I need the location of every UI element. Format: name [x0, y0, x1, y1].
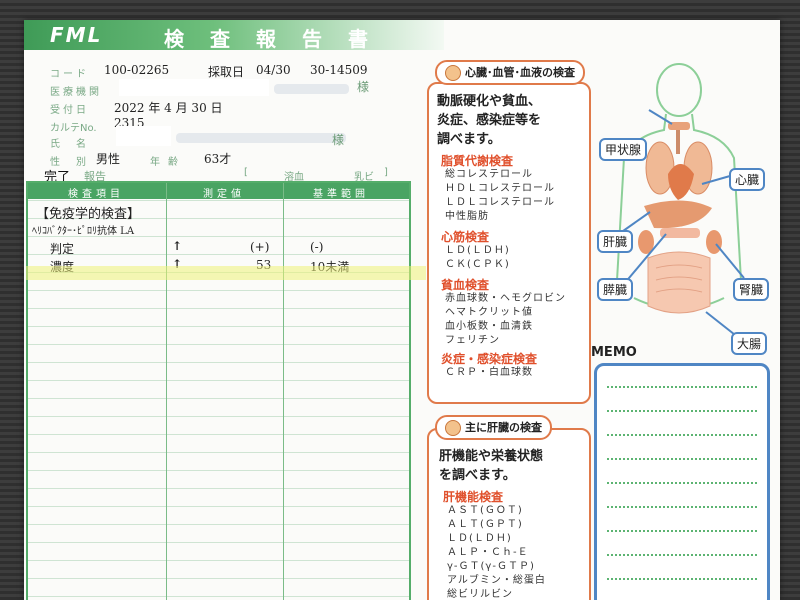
table-header: 検査項目 測定値 基準範囲 — [28, 183, 409, 200]
name-label: 氏名 — [50, 139, 102, 150]
test-item: ＣＲＰ・白血球数 — [445, 367, 533, 378]
memo-line — [607, 386, 757, 388]
code-value: 100-02265 — [104, 63, 170, 77]
heart-blood-title-text: 心臓･血管･血液の検査 — [465, 66, 575, 79]
collect-date-label: 採取日 — [208, 65, 245, 79]
test-item: ＨＤＬコレステロール — [445, 183, 555, 194]
row-range: (-) — [310, 240, 324, 254]
organ-label-thyroid: 甲状腺 — [599, 138, 648, 161]
heart-blood-title: 心臓･血管･血液の検査 — [435, 60, 585, 85]
inflammation-items: ＣＲＰ・白血球数 — [445, 366, 533, 380]
test-item: 中性脂肪 — [445, 211, 489, 222]
memo-line — [607, 458, 757, 460]
organ-label-colon: 大腸 — [731, 332, 768, 355]
cardiac-items: ＬＤ(ＬＤＨ) ＣＫ(ＣＰＫ) — [445, 244, 510, 272]
bracket-close: ] — [384, 167, 388, 178]
organ-label-kidney: 腎臓 — [733, 278, 770, 301]
memo-line — [607, 434, 757, 436]
chart-label: カルテNo. — [50, 123, 97, 134]
liver-icon — [445, 420, 461, 436]
report-title: 検査報告書 — [164, 27, 394, 51]
honorific-facility: 様 — [357, 80, 370, 94]
results-table: 検査項目 測定値 基準範囲 【免疫学的検査】 ﾍﾘｺﾊﾞｸﾀｰ･ﾋﾟﾛﾘ抗体 L… — [26, 181, 411, 600]
received-label: 受付日 — [50, 105, 89, 116]
test-item: 総ビリルビン — [447, 589, 513, 600]
collect-date-value: 04/30 — [256, 63, 291, 77]
sex-value: 男性 — [96, 152, 121, 166]
bracket-open: [ — [244, 167, 248, 178]
test-item: ＬＤ(ＬＤＨ) — [447, 533, 512, 544]
anemia-items: 赤血球数・ヘモグロビン ヘマトクリット値 血小板数・血清鉄 フェリチン — [445, 292, 566, 348]
organ-label-liver: 肝臓 — [597, 230, 634, 253]
received-date: 2022 年 4 月 30 日 — [114, 101, 223, 115]
desc-line: 動脈硬化や貧血、 — [437, 94, 542, 109]
liver-title-text: 主に肝臓の検査 — [465, 421, 542, 434]
inflammation-section-title: 炎症・感染症検査 — [441, 352, 538, 366]
liver-items: ＡＳＴ(ＧＯＴ) ＡＬＴ(ＧＰＴ) ＬＤ(ＬＤＨ) ＡＬＰ・Ｃｈ-Ｅ γ-ＧＴ(… — [447, 504, 546, 600]
desc-line: 肝機能や栄養状態 — [439, 449, 544, 464]
test-item: ＡＳＴ(ＧＯＴ) — [447, 505, 523, 516]
code-label: コード — [50, 69, 89, 80]
test-name: ﾍﾘｺﾊﾞｸﾀｰ･ﾋﾟﾛﾘ抗体 LA — [32, 226, 135, 237]
test-item: 赤血球数・ヘモグロビン — [445, 293, 566, 304]
memo-line — [607, 482, 757, 484]
memo-line — [607, 530, 757, 532]
body-diagram-icon — [615, 63, 745, 343]
memo-line — [607, 506, 757, 508]
liver-desc: 肝機能や栄養状態 を調べます。 — [439, 447, 543, 485]
desc-line: 炎症、感染症等を — [437, 113, 542, 128]
highlighter-mark — [26, 266, 426, 280]
memo-label: MEMO — [591, 345, 637, 360]
high-flag-icon: ↑ — [172, 239, 183, 253]
test-item: ＣＫ(ＣＰＫ) — [445, 259, 510, 270]
cardiac-section-title: 心筋検査 — [441, 230, 490, 244]
test-item: アルブミン・総蛋白 — [447, 575, 546, 586]
order-number: 30-14509 — [310, 63, 368, 77]
column-divider — [283, 183, 284, 600]
test-item: ＡＬＴ(ＧＰＴ) — [447, 519, 523, 530]
test-item: ヘマトクリット値 — [445, 307, 533, 318]
lab-logo: FML — [50, 23, 103, 47]
report-sheet: FML 検査報告書 コード 100-02265 採取日 04/30 30-145… — [24, 20, 780, 600]
lipid-section-title: 脂質代謝検査 — [441, 154, 514, 168]
memo-box[interactable] — [594, 363, 770, 600]
test-item: 血小板数・血清鉄 — [445, 321, 533, 332]
facility-label: 医療機関 — [50, 87, 102, 98]
organ-label-heart: 心臓 — [729, 168, 766, 191]
test-item: γ-ＧＴ(γ-ＧＴＰ) — [447, 561, 535, 572]
desc-line: を調べます。 — [439, 468, 516, 483]
blurred-text — [274, 84, 349, 94]
heart-blood-desc: 動脈硬化や貧血、 炎症、感染症等を 調べます。 — [437, 92, 541, 149]
test-item: ＡＬＰ・Ｃｈ-Ｅ — [447, 547, 529, 558]
liver-title: 主に肝臓の検査 — [435, 415, 552, 440]
header-range: 基準範囲 — [313, 189, 369, 200]
row-name: 判定 — [50, 242, 75, 256]
section-title: 【免疫学的検査】 — [36, 207, 141, 222]
column-divider — [166, 183, 167, 600]
lipid-items: 総コレステロール ＨＤＬコレステロール ＬＤＬコレステロール 中性脂肪 — [445, 168, 555, 224]
redacted-name — [116, 126, 171, 146]
report-header: FML 検査報告書 — [24, 20, 444, 51]
organ-label-pancreas: 膵臓 — [597, 278, 634, 301]
blurred-text — [176, 133, 346, 143]
header-test-item: 検査項目 — [68, 189, 124, 200]
header-value: 測定値 — [203, 189, 245, 200]
test-item: ＬＤ(ＬＤＨ) — [445, 245, 510, 256]
memo-line — [607, 410, 757, 412]
age-label: 年齢 — [150, 157, 186, 168]
memo-line — [607, 554, 757, 556]
test-item: フェリチン — [445, 335, 500, 346]
anemia-section-title: 貧血検査 — [441, 278, 490, 292]
row-value: (+) — [250, 240, 270, 254]
test-item: ＬＤＬコレステロール — [445, 197, 555, 208]
honorific-name: 様 — [332, 133, 345, 147]
heart-icon — [445, 65, 461, 81]
info-panel: 心臓･血管･血液の検査 動脈硬化や貧血、 炎症、感染症等を 調べます。 脂質代謝… — [419, 58, 780, 600]
test-item: 総コレステロール — [445, 169, 533, 180]
redacted-facility — [119, 79, 269, 96]
memo-line — [607, 578, 757, 580]
age-value: 63才 — [204, 152, 232, 166]
desc-line: 調べます。 — [437, 132, 501, 147]
liver-function-title: 肝機能検査 — [443, 490, 504, 504]
